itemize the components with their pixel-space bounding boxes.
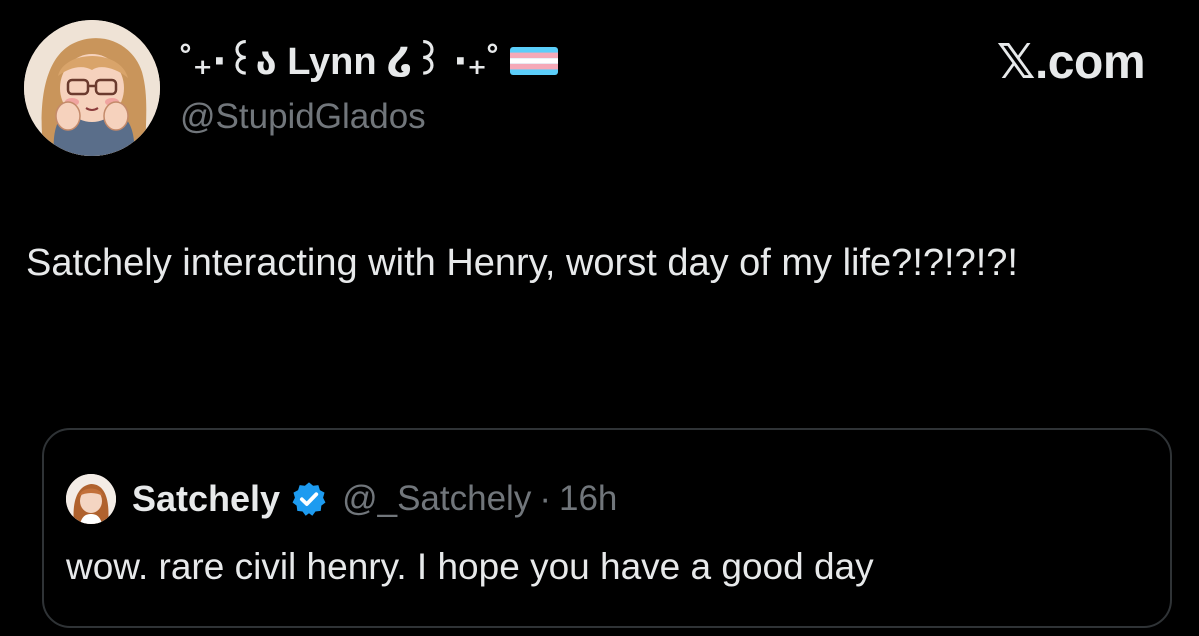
- quoted-tweet-card[interactable]: Satchely @_Satchely · 16h wow. rare civi…: [42, 428, 1172, 628]
- quoted-tweet-text: wow. rare civil henry. I hope you have a…: [66, 546, 874, 587]
- x-com-watermark: 𝕏.com: [996, 36, 1146, 89]
- quoted-author-handle[interactable]: @_Satchely: [342, 479, 531, 519]
- quoted-tweet-header: Satchely @_Satchely · 16h: [132, 474, 617, 524]
- separator-dot: ·: [539, 479, 551, 518]
- quoted-avatar-illustration: [66, 474, 116, 524]
- author-display-name-text: ˚₊‧꒰ა Lynn ໒꒱ ‧₊˚: [180, 41, 500, 83]
- author-avatar[interactable]: [24, 20, 160, 156]
- tweet-screenshot: ˚₊‧꒰ა Lynn ໒꒱ ‧₊˚ @StupidGlados 𝕏.com Sa…: [0, 0, 1199, 636]
- quoted-timestamp[interactable]: 16h: [559, 479, 617, 519]
- transgender-flag-icon: [509, 46, 558, 75]
- tweet-body-text: Satchely interacting with Henry, worst d…: [26, 242, 1018, 284]
- author-handle[interactable]: @StupidGlados: [180, 96, 426, 138]
- quoted-author-avatar[interactable]: [66, 474, 116, 524]
- avatar-illustration: [24, 20, 160, 156]
- quoted-author-name[interactable]: Satchely: [132, 478, 280, 520]
- author-display-name[interactable]: ˚₊‧꒰ა Lynn ໒꒱ ‧₊˚: [180, 40, 558, 84]
- verified-badge-icon: [292, 482, 326, 516]
